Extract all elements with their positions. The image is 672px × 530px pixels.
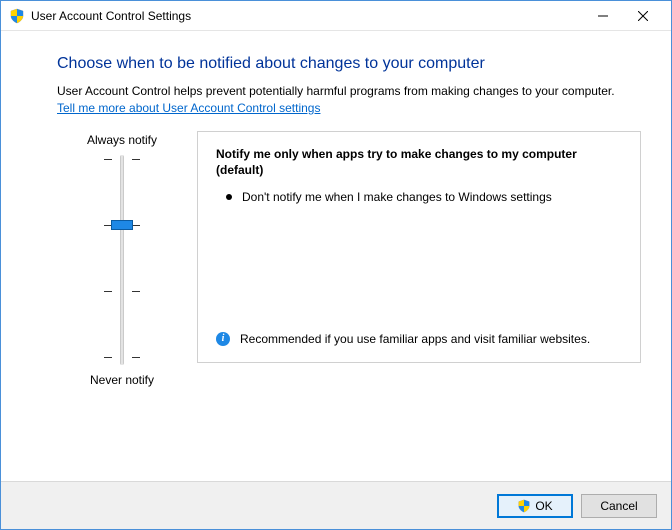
shield-icon [9,8,25,24]
content-area: Choose when to be notified about changes… [1,31,671,481]
slider-tick [104,357,140,358]
slider-tick [104,291,140,292]
slider-bottom-label: Never notify [90,373,154,387]
titlebar: User Account Control Settings [1,1,671,31]
cancel-button[interactable]: Cancel [581,494,657,518]
uac-window: User Account Control Settings Choose whe… [0,0,672,530]
cancel-label: Cancel [600,499,637,513]
detail-panel: Notify me only when apps try to make cha… [197,131,641,363]
slider-tick [104,159,140,160]
slider-column: Always notify Never notify [57,131,187,395]
slider-rail [120,155,124,365]
info-icon: i [216,332,230,346]
minimize-button[interactable] [583,2,623,30]
help-link[interactable]: Tell me more about User Account Control … [57,101,320,115]
window-title: User Account Control Settings [31,9,583,23]
recommendation-row: i Recommended if you use familiar apps a… [216,331,622,348]
page-heading: Choose when to be notified about changes… [57,55,641,73]
slider-thumb[interactable] [111,220,133,230]
notification-slider[interactable] [102,155,142,365]
close-button[interactable] [623,2,663,30]
ok-button[interactable]: OK [497,494,573,518]
footer: OK Cancel [1,481,671,529]
body-row: Always notify Never notify Notify me onl… [57,131,641,395]
ok-label: OK [535,499,552,513]
page-subtext: User Account Control helps prevent poten… [57,83,641,117]
shield-icon [517,499,531,513]
slider-top-label: Always notify [87,133,157,147]
subtext-text: User Account Control helps prevent poten… [57,84,615,98]
detail-bullet: Don't notify me when I make changes to W… [226,189,622,206]
detail-title: Notify me only when apps try to make cha… [216,146,622,180]
bullet-text: Don't notify me when I make changes to W… [242,189,552,206]
recommendation-text: Recommended if you use familiar apps and… [240,331,590,348]
bullet-icon [226,194,232,200]
